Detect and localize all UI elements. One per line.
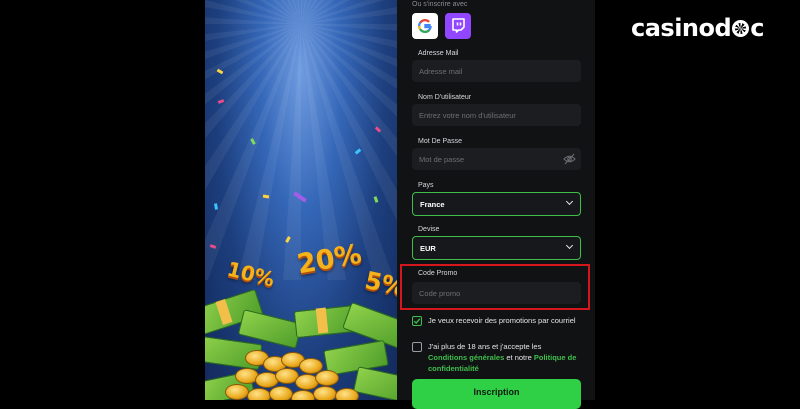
currency-select[interactable]: EUR [412, 236, 581, 260]
email-field[interactable]: Adresse mail [412, 60, 581, 82]
gold-coin [247, 388, 271, 400]
chevron-down-icon [565, 197, 574, 206]
country-value: France [420, 200, 445, 209]
email-placeholder: Adresse mail [419, 67, 463, 76]
country-select[interactable]: France [412, 192, 581, 216]
signup-button[interactable]: Inscription [412, 379, 581, 409]
cash-stack [352, 366, 397, 400]
gold-coin [225, 384, 249, 400]
chevron-down-icon [565, 241, 574, 250]
email-label: Adresse Mail [418, 50, 459, 57]
username-field[interactable]: Entrez votre nom d'utilisateur [412, 104, 581, 126]
gold-coin [315, 370, 339, 386]
promo-code-label: Code Promo [418, 270, 458, 277]
twitch-icon [452, 18, 465, 33]
google-signup-button[interactable] [412, 13, 438, 39]
gold-coin [291, 390, 315, 400]
twitch-signup-button[interactable] [445, 13, 471, 39]
gold-coin [269, 386, 293, 400]
currency-label: Devise [418, 226, 440, 233]
terms-text: J'ai plus de 18 ans et j'accepte les Con… [428, 341, 578, 374]
social-signup-label: Ou s'inscrire avec [412, 1, 468, 8]
signup-form: Ou s'inscrire avec Adresse Mail Adresse … [397, 0, 595, 409]
terms-checkbox[interactable] [412, 342, 422, 352]
password-field[interactable]: Mot de passe [412, 148, 581, 170]
logo-text-end: c [750, 14, 764, 42]
password-placeholder: Mot de passe [419, 155, 465, 164]
currency-value: EUR [420, 244, 436, 253]
discount-badge-5: 5% [362, 266, 397, 302]
conditions-link[interactable]: Conditions générales [428, 353, 504, 362]
terms-text-start: J'ai plus de 18 ans et j'accepte les [428, 342, 542, 351]
newsletter-text: Je veux recevoir des promotions par cour… [428, 316, 576, 325]
gold-coin [313, 386, 337, 400]
logo-chip-icon [732, 20, 750, 37]
password-label: Mot De Passe [418, 138, 462, 145]
logo-text-o: d [714, 14, 732, 42]
promo-artwork: 10% 20% 5% [205, 0, 397, 400]
terms-text-middle: et notre [506, 353, 532, 362]
username-placeholder: Entrez votre nom d'utilisateur [419, 111, 516, 120]
promo-code-placeholder: Code promo [419, 289, 461, 298]
light-rays [205, 0, 397, 280]
gold-coin [335, 388, 359, 400]
eye-off-icon[interactable] [563, 153, 576, 165]
check-icon [413, 318, 421, 324]
signup-button-label: Inscription [473, 387, 520, 397]
newsletter-checkbox[interactable] [412, 316, 422, 326]
casinodoc-logo: casinod c [631, 14, 764, 42]
promo-code-field[interactable]: Code promo [412, 282, 581, 304]
google-icon [418, 19, 432, 34]
username-label: Nom D'utilisateur [418, 94, 472, 101]
logo-text-start: casino [631, 14, 715, 42]
country-label: Pays [418, 182, 434, 189]
